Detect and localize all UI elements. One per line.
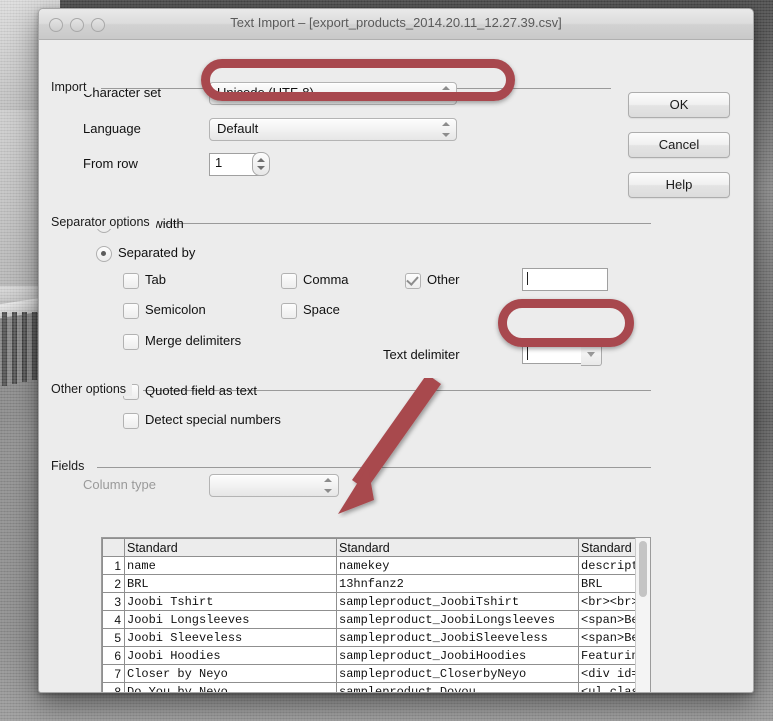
- chevron-down-icon[interactable]: [581, 343, 602, 366]
- preview-body: 1 name namekey descripti 2 BRL 13hnfanz2 BRL 3 Jo…: [102, 556, 650, 692]
- table-row[interactable]: 1 name namekey descripti: [102, 556, 650, 575]
- tab-checkbox[interactable]: [123, 273, 139, 289]
- detect-special-numbers-label: Detect special numbers: [145, 412, 281, 427]
- column-header-2[interactable]: Standard: [336, 538, 579, 557]
- stepper-arrows-icon: [323, 478, 332, 493]
- character-set-select[interactable]: Unicode (UTF-8): [209, 82, 457, 105]
- title-bar[interactable]: Text Import – [export_products_2014.20.1…: [39, 9, 753, 40]
- text-import-dialog: Text Import – [export_products_2014.20.1…: [38, 8, 754, 693]
- separator-group-rule: [163, 223, 651, 224]
- window-title: Text Import – [export_products_2014.20.1…: [230, 15, 562, 30]
- table-row[interactable]: 4 Joobi Longsleeves sampleproduct_JoobiLon…: [102, 610, 650, 629]
- table-cell: sampleproduct_JoobiTshirt: [336, 592, 579, 611]
- text-delimiter-label: Text delimiter: [383, 347, 460, 362]
- from-row-stepper[interactable]: [252, 152, 270, 176]
- column-type-label: Column type: [83, 477, 156, 492]
- character-set-label: Character set: [83, 85, 162, 100]
- cancel-button[interactable]: Cancel: [628, 132, 730, 158]
- detect-special-numbers-checkbox[interactable]: [123, 413, 139, 429]
- table-cell: Joobi Longsleeves: [124, 610, 337, 629]
- table-cell: sampleproduct_Doyou: [336, 682, 579, 692]
- language-value: Default: [217, 121, 259, 136]
- row-number: 6: [102, 646, 125, 665]
- row-number: 1: [102, 556, 125, 575]
- preview-vertical-scrollbar[interactable]: [635, 538, 650, 692]
- comma-checkbox[interactable]: [281, 273, 297, 289]
- merge-delimiters-checkbox[interactable]: [123, 334, 139, 350]
- table-cell: Joobi Sleeveless: [124, 628, 337, 647]
- text-delimiter-combo[interactable]: [522, 343, 602, 366]
- table-row[interactable]: 5 Joobi Sleeveless sampleproduct_JoobiSlee…: [102, 628, 650, 647]
- dialog-content: OK Cancel Help Import Character set Unic…: [39, 40, 753, 692]
- text-delimiter-input[interactable]: [522, 343, 582, 364]
- table-cell: Joobi Tshirt: [124, 592, 337, 611]
- text-caret: [527, 272, 528, 285]
- separated-by-radio[interactable]: [96, 246, 112, 262]
- from-row-value: 1: [215, 155, 223, 170]
- row-number: 5: [102, 628, 125, 647]
- import-group-label: Import: [51, 80, 93, 94]
- row-number: 2: [102, 574, 125, 593]
- table-row[interactable]: 2 BRL 13hnfanz2 BRL: [102, 574, 650, 593]
- column-header-1[interactable]: Standard: [124, 538, 337, 557]
- table-row[interactable]: 3 Joobi Tshirt sampleproduct_JoobiTshirt <b…: [102, 592, 650, 611]
- other-checkbox[interactable]: [405, 273, 421, 289]
- table-cell: 13hnfanz2: [336, 574, 579, 593]
- row-number: 3: [102, 592, 125, 611]
- table-header-row: Standard Standard Standard: [102, 538, 650, 557]
- other-label: Other: [427, 272, 460, 287]
- stepper-arrows-icon: [441, 122, 450, 137]
- desktop-background: Text Import – [export_products_2014.20.1…: [0, 0, 773, 721]
- table-cell: sampleproduct_JoobiSleeveless: [336, 628, 579, 647]
- separator-group-label: Separator options: [51, 215, 156, 229]
- quoted-field-as-text-label: Quoted field as text: [145, 383, 258, 398]
- row-number: 8: [102, 682, 125, 692]
- ok-button[interactable]: OK: [628, 92, 730, 118]
- other-separator-input[interactable]: [522, 268, 608, 291]
- tab-label: Tab: [145, 272, 166, 287]
- table-cell: sampleproduct_JoobiLongsleeves: [336, 610, 579, 629]
- table-cell: BRL: [124, 574, 337, 593]
- table-cell: Closer by Neyo: [124, 664, 337, 683]
- from-row-label: From row: [83, 156, 138, 171]
- table-row[interactable]: 6 Joobi Hoodies sampleproduct_JoobiHoodies…: [102, 646, 650, 665]
- stepper-arrows-icon: [441, 86, 450, 101]
- table-cell: Joobi Hoodies: [124, 646, 337, 665]
- table-cell: sampleproduct_JoobiHoodies: [336, 646, 579, 665]
- fields-group-rule: [97, 467, 651, 468]
- row-number: 4: [102, 610, 125, 629]
- preview-grid: Standard Standard Standard 1 name namekey d…: [102, 538, 650, 692]
- separated-by-label: Separated by: [118, 245, 196, 260]
- table-cell: Do You by Neyo: [124, 682, 337, 692]
- text-caret: [527, 347, 528, 360]
- fields-group-label: Fields: [51, 459, 91, 473]
- semicolon-label: Semicolon: [145, 302, 206, 317]
- table-row[interactable]: 8 Do You by Neyo sampleproduct_Doyou <ul cl…: [102, 682, 650, 692]
- table-cell: sampleproduct_CloserbyNeyo: [336, 664, 579, 683]
- space-label: Space: [303, 302, 340, 317]
- table-cell: namekey: [336, 556, 579, 575]
- table-cell: name: [124, 556, 337, 575]
- table-row[interactable]: 7 Closer by Neyo sampleproduct_CloserbyNey…: [102, 664, 650, 683]
- space-checkbox[interactable]: [281, 303, 297, 319]
- column-type-select[interactable]: [209, 474, 339, 497]
- row-number: 7: [102, 664, 125, 683]
- character-set-value: Unicode (UTF-8): [217, 85, 314, 100]
- comma-label: Comma: [303, 272, 349, 287]
- scrollbar-thumb[interactable]: [639, 541, 647, 597]
- merge-delimiters-label: Merge delimiters: [145, 333, 242, 348]
- other-options-group-label: Other options: [51, 382, 133, 396]
- semicolon-checkbox[interactable]: [123, 303, 139, 319]
- corner-cell: [102, 538, 125, 557]
- language-label: Language: [83, 121, 141, 136]
- language-select[interactable]: Default: [209, 118, 457, 141]
- help-button[interactable]: Help: [628, 172, 730, 198]
- data-preview-table[interactable]: Standard Standard Standard 1 name namekey d…: [101, 537, 651, 692]
